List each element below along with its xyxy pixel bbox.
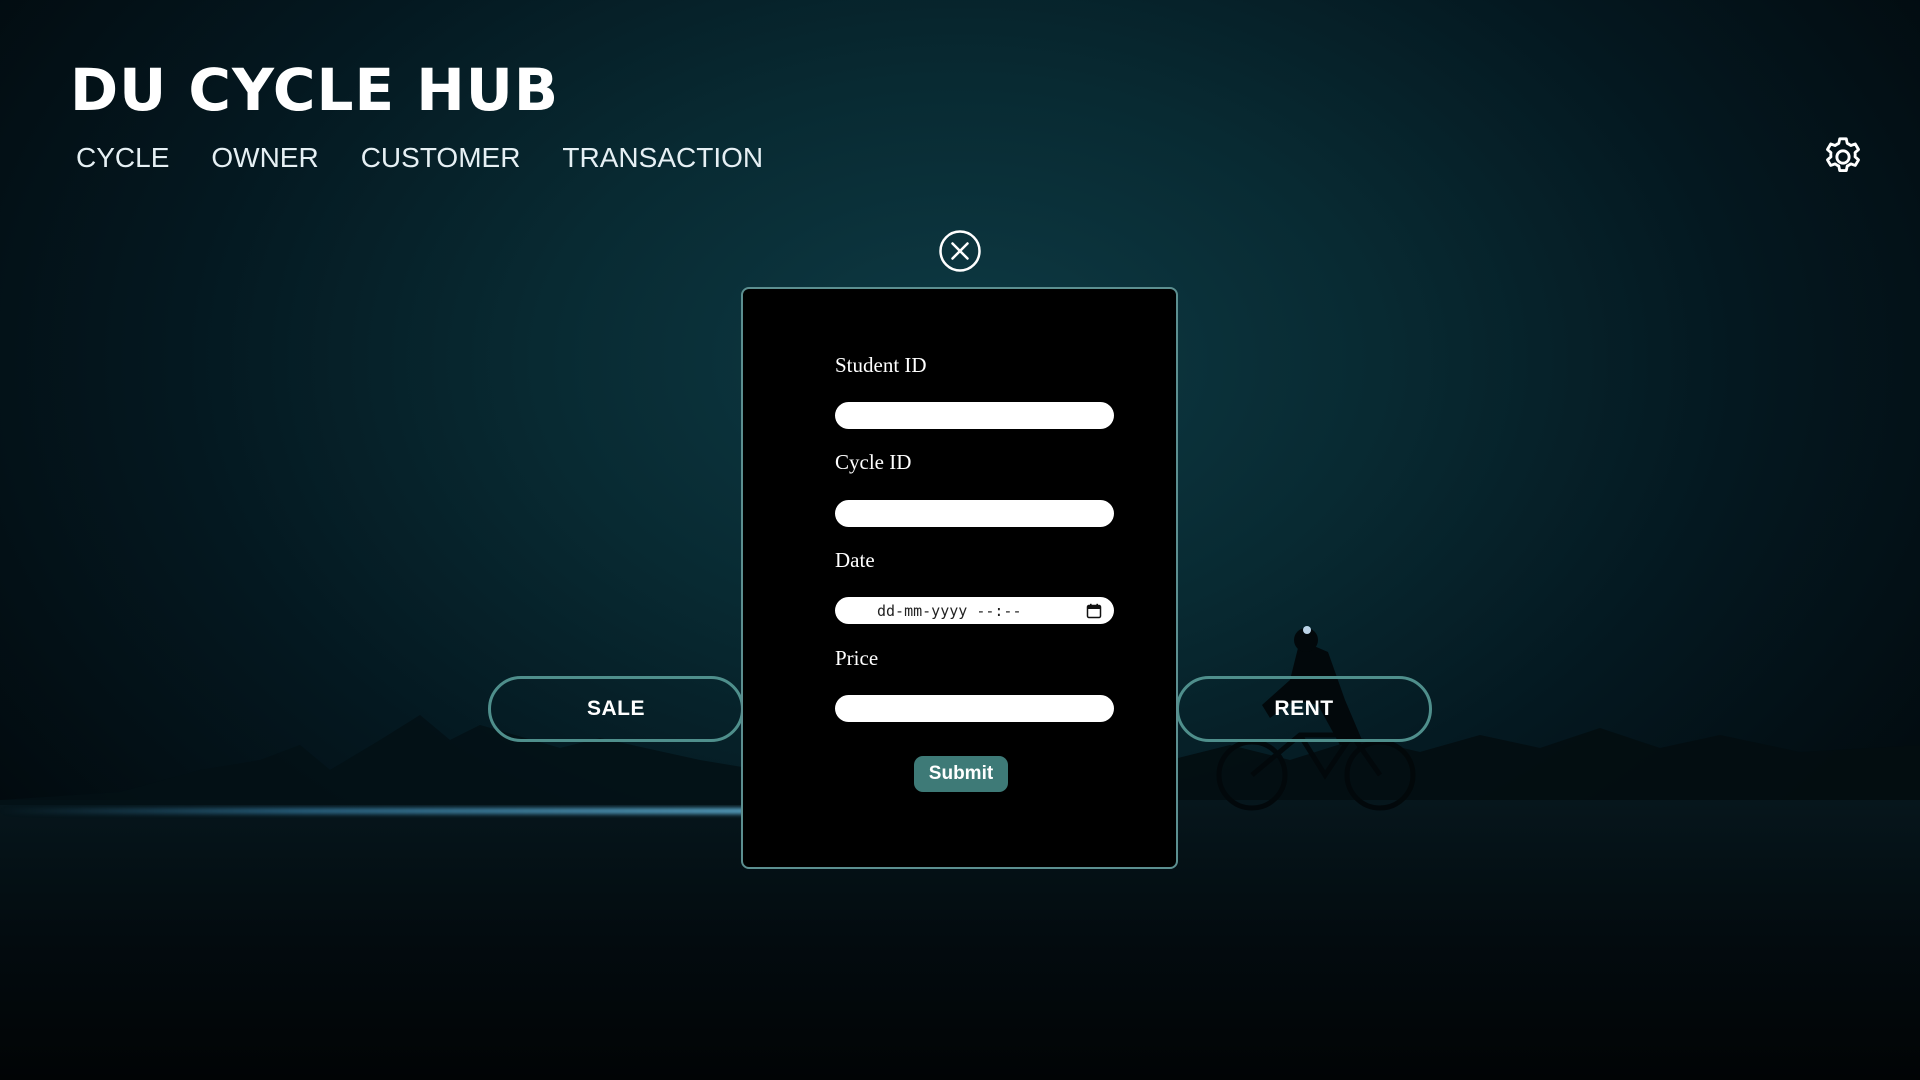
close-modal-button[interactable] bbox=[938, 229, 982, 273]
background-light-streak bbox=[0, 808, 760, 814]
transaction-form-modal: Student ID Cycle ID Date dd-mm-yyyy --:-… bbox=[741, 287, 1178, 869]
date-input[interactable]: dd-mm-yyyy --:-- bbox=[835, 597, 1114, 624]
nav-item-customer[interactable]: CUSTOMER bbox=[361, 142, 521, 174]
nav-item-owner[interactable]: OWNER bbox=[211, 142, 318, 174]
price-input[interactable] bbox=[835, 695, 1114, 722]
submit-button[interactable]: Submit bbox=[914, 756, 1008, 792]
close-circle-icon bbox=[939, 230, 981, 272]
nav-item-cycle[interactable]: CYCLE bbox=[76, 142, 169, 174]
main-nav: CYCLE OWNER CUSTOMER TRANSACTION bbox=[76, 142, 763, 174]
app-title: DU CYCLE HUB bbox=[70, 56, 560, 124]
gear-icon bbox=[1826, 137, 1860, 173]
date-placeholder: dd-mm-yyyy --:-- bbox=[877, 601, 1022, 620]
cycle-id-input[interactable] bbox=[835, 500, 1114, 527]
price-label: Price bbox=[835, 646, 879, 670]
calendar-icon[interactable] bbox=[1086, 603, 1102, 619]
sale-button[interactable]: SALE bbox=[488, 676, 744, 742]
settings-button[interactable] bbox=[1820, 134, 1866, 180]
student-id-label: Student ID bbox=[835, 353, 927, 377]
date-label: Date bbox=[835, 548, 875, 572]
cycle-id-label: Cycle ID bbox=[835, 450, 912, 474]
rent-button[interactable]: RENT bbox=[1176, 676, 1432, 742]
student-id-input[interactable] bbox=[835, 402, 1114, 429]
nav-item-transaction[interactable]: TRANSACTION bbox=[562, 142, 763, 174]
